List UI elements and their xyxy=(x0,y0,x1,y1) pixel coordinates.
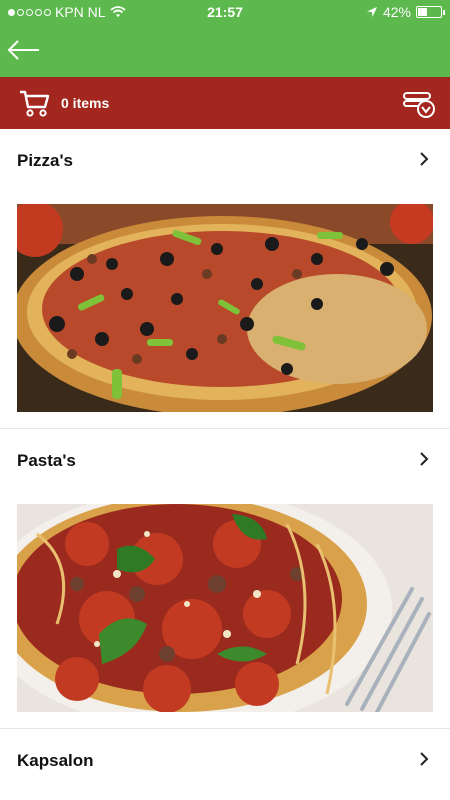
category-item-kapsalon[interactable]: Kapsalon xyxy=(0,729,450,800)
chevron-right-icon xyxy=(420,152,429,166)
category-title: Kapsalon xyxy=(17,751,94,770)
cart-item-count[interactable]: 0 items xyxy=(61,95,109,111)
chevron-right-icon xyxy=(420,752,429,766)
category-item-pizzas[interactable]: Pizza's xyxy=(0,129,450,429)
pasta-photo xyxy=(17,504,433,712)
pizza-photo xyxy=(17,204,433,412)
chevron-right-icon xyxy=(420,452,429,466)
filter-icon[interactable] xyxy=(402,89,436,119)
app-screen: KPN NL 21:57 42% 0 items Pizza's Pasta's… xyxy=(0,0,450,800)
nav-bar xyxy=(0,24,450,77)
battery-icon xyxy=(416,6,445,18)
location-arrow-icon xyxy=(366,7,377,17)
category-item-pastas[interactable]: Pasta's xyxy=(0,429,450,729)
status-bar: KPN NL 21:57 42% xyxy=(0,0,450,24)
shopping-cart-icon[interactable] xyxy=(18,88,50,118)
battery-percent: 42% xyxy=(382,4,411,20)
category-title: Pizza's xyxy=(17,151,74,170)
category-title: Pasta's xyxy=(17,451,76,470)
status-right: 42% xyxy=(366,4,445,20)
cart-bar: 0 items xyxy=(0,77,450,129)
back-arrow-icon[interactable] xyxy=(6,36,42,64)
